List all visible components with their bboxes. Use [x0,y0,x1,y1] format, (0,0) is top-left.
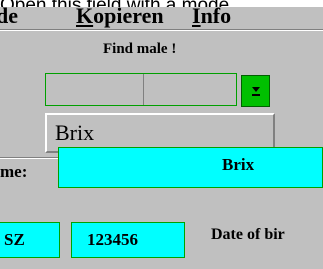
combobox-divider [143,74,144,105]
menu-item-mode-text: de [0,7,18,28]
menu-bar: de Kopieren Info [0,7,323,29]
search-combobox[interactable] [45,73,237,106]
menu-item-kopieren-accel: K [76,7,94,28]
dropdown-button[interactable] [241,75,270,107]
menu-item-info[interactable]: Info [192,7,231,29]
menu-item-kopieren-text: opieren [93,7,164,28]
menu-item-info-accel: I [192,7,201,28]
name-label: me: [0,162,28,181]
dropdown-option[interactable]: Brix [55,120,94,146]
find-label: Find male ! [103,41,177,57]
code-field[interactable]: SZ [0,222,60,258]
menu-separator [0,29,323,31]
menu-item-info-text: nfo [200,7,232,28]
date-of-birth-label: Date of bir [211,226,285,243]
id-field[interactable]: 123456 [71,222,185,258]
id-value: 123456 [87,230,138,249]
code-value: SZ [4,230,25,249]
menu-item-kopieren[interactable]: Kopieren [76,7,164,29]
menu-item-mode[interactable]: de [0,7,18,29]
name-field[interactable]: Brix [58,147,323,188]
dropdown-arrow-icon [247,80,265,102]
name-value: Brix [222,155,255,174]
